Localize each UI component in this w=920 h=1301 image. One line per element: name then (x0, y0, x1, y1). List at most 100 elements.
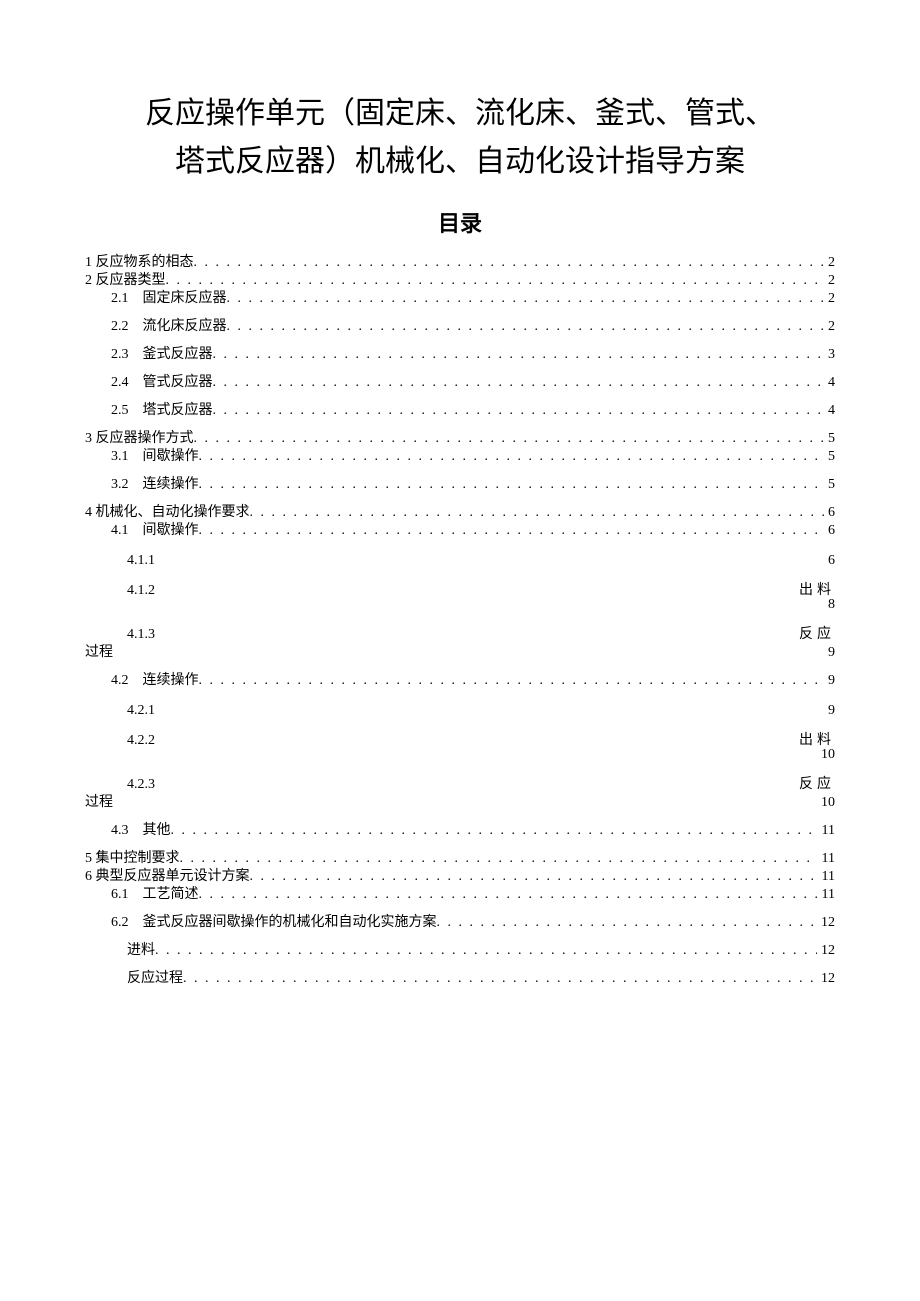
toc-entry: 4.2.2出料10 (85, 734, 835, 762)
toc-leader-dots (227, 292, 825, 306)
document-title: 反应操作单元（固定床、流化床、釜式、管式、 塔式反应器）机械化、自动化设计指导方… (85, 90, 835, 186)
toc-entry: 1 反应物系的相态 2 (85, 256, 835, 270)
table-of-contents: 1 反应物系的相态22 反应器类型22.1 固定床反应器22.2 流化床反应器2… (85, 256, 835, 986)
toc-leader-dots (213, 376, 825, 390)
toc-label: 3 反应器操作方式 (85, 432, 194, 446)
toc-entry: 2.2 流化床反应器 2 (85, 320, 835, 334)
toc-label: 4.1.3 (85, 628, 155, 642)
toc-label: 进料 (85, 944, 155, 958)
toc-page-number: 4 (824, 376, 835, 390)
toc-leader-dots (199, 450, 825, 464)
toc-right: 反应 (799, 628, 835, 642)
toc-page-number: 2 (824, 292, 835, 306)
toc-leader-dots (213, 348, 825, 362)
toc-entry: 2 反应器类型 2 (85, 274, 835, 288)
toc-label: 4.2.1 (85, 704, 155, 718)
toc-right: 反应 (799, 778, 835, 792)
toc-label: 4.2.3 (85, 778, 155, 792)
toc-page-number: 9 (828, 646, 835, 660)
title-line-2: 塔式反应器）机械化、自动化设计指导方案 (85, 138, 835, 186)
toc-label: 3.2 连续操作 (85, 478, 199, 492)
toc-label: 4.3 其他 (85, 824, 171, 838)
toc-leader-dots (199, 674, 825, 688)
toc-leader-dots (437, 916, 818, 930)
toc-page-number: 11 (818, 852, 835, 866)
toc-leader-dots (250, 870, 818, 884)
toc-page-number: 5 (824, 450, 835, 464)
toc-leader-dots (213, 404, 825, 418)
toc-right: 出料10 (799, 734, 835, 762)
toc-leader-dots (199, 888, 818, 902)
toc-leader-dots (227, 320, 825, 334)
toc-entry: 反应过程 12 (85, 972, 835, 986)
toc-label: 2.4 管式反应器 (85, 376, 213, 390)
toc-leader-dots (199, 478, 825, 492)
toc-label: 4.1.2 (85, 584, 155, 612)
toc-label: 6 典型反应器单元设计方案 (85, 870, 250, 884)
toc-page-number: 12 (817, 916, 835, 930)
document-page: 反应操作单元（固定床、流化床、釜式、管式、 塔式反应器）机械化、自动化设计指导方… (0, 0, 920, 1050)
toc-page-number: 3 (824, 348, 835, 362)
toc-right-text: 反应 (799, 777, 835, 792)
toc-label: 2 反应器类型 (85, 274, 166, 288)
toc-label: 2.2 流化床反应器 (85, 320, 227, 334)
toc-entry: 4.1.2 出料8 (85, 584, 835, 612)
toc-leader-dots (194, 432, 825, 446)
toc-label: 反应过程 (85, 972, 183, 986)
toc-page-number: 11 (818, 824, 835, 838)
toc-label: 3.1 间歇操作 (85, 450, 199, 464)
toc-right-text: 反应 (799, 627, 835, 642)
toc-label: 4.2 连续操作 (85, 674, 199, 688)
toc-cont-text: 过程 (85, 796, 113, 810)
toc-page-number: 2 (824, 274, 835, 288)
toc-entry: 6.2 釜式反应器间歇操作的机械化和自动化实施方案 12 (85, 916, 835, 930)
toc-label: 1 反应物系的相态 (85, 256, 194, 270)
toc-entry: 4.2 连续操作 9 (85, 674, 835, 688)
toc-label: 5 集中控制要求 (85, 852, 180, 866)
toc-page-number: 12 (817, 972, 835, 986)
toc-page-number: 8 (799, 598, 835, 612)
toc-entry: 3 反应器操作方式 5 (85, 432, 835, 446)
toc-page-number: 5 (824, 432, 835, 446)
toc-right: 出料8 (799, 584, 835, 612)
toc-page-number: 2 (824, 320, 835, 334)
toc-entry-continuation: 过程 9 (85, 646, 835, 660)
toc-page-number: 9 (828, 704, 835, 718)
toc-entry: 6.1 工艺简述11 (85, 888, 835, 902)
toc-entry: 4.1.16 (85, 554, 835, 568)
toc-entry: 3.1 间歇操作 5 (85, 450, 835, 464)
toc-right: 9 (828, 704, 835, 718)
toc-right-text: 出料 (799, 583, 835, 598)
toc-entry: 4.2.3 反应 (85, 778, 835, 792)
title-line-1: 反应操作单元（固定床、流化床、釜式、管式、 (85, 90, 835, 138)
toc-label: 6.1 工艺简述 (85, 888, 199, 902)
toc-label: 2.3 釜式反应器 (85, 348, 213, 362)
toc-leader-dots (166, 274, 825, 288)
toc-page-number: 9 (824, 674, 835, 688)
toc-label: 4 机械化、自动化操作要求 (85, 506, 250, 520)
toc-entry: 进料12 (85, 944, 835, 958)
toc-entry: 4.1 间歇操作6 (85, 524, 835, 538)
toc-page-number: 10 (821, 796, 835, 810)
toc-entry: 4.1.3 反应 (85, 628, 835, 642)
toc-entry: 2.3 釜式反应器 3 (85, 348, 835, 362)
toc-page-number: 6 (828, 554, 835, 568)
toc-label: 2.5 塔式反应器 (85, 404, 213, 418)
toc-entry: 4 机械化、自动化操作要求6 (85, 506, 835, 520)
toc-page-number: 2 (824, 256, 835, 270)
toc-entry: 3.2 连续操作5 (85, 478, 835, 492)
toc-cont-text: 过程 (85, 646, 113, 660)
toc-leader-dots (194, 256, 825, 270)
toc-page-number: 4 (824, 404, 835, 418)
toc-entry: 2.1 固定床反应器2 (85, 292, 835, 306)
toc-entry-continuation: 过程 10 (85, 796, 835, 810)
toc-leader-dots (199, 524, 825, 538)
toc-page-number: 11 (818, 870, 835, 884)
toc-entry: 2.5 塔式反应器 4 (85, 404, 835, 418)
toc-heading: 目录 (85, 206, 835, 238)
toc-label: 6.2 釜式反应器间歇操作的机械化和自动化实施方案 (85, 916, 437, 930)
toc-entry: 4.2.1 9 (85, 704, 835, 718)
toc-leader-dots (180, 852, 818, 866)
toc-right: 6 (828, 554, 835, 568)
toc-entry: 4.3 其他 11 (85, 824, 835, 838)
